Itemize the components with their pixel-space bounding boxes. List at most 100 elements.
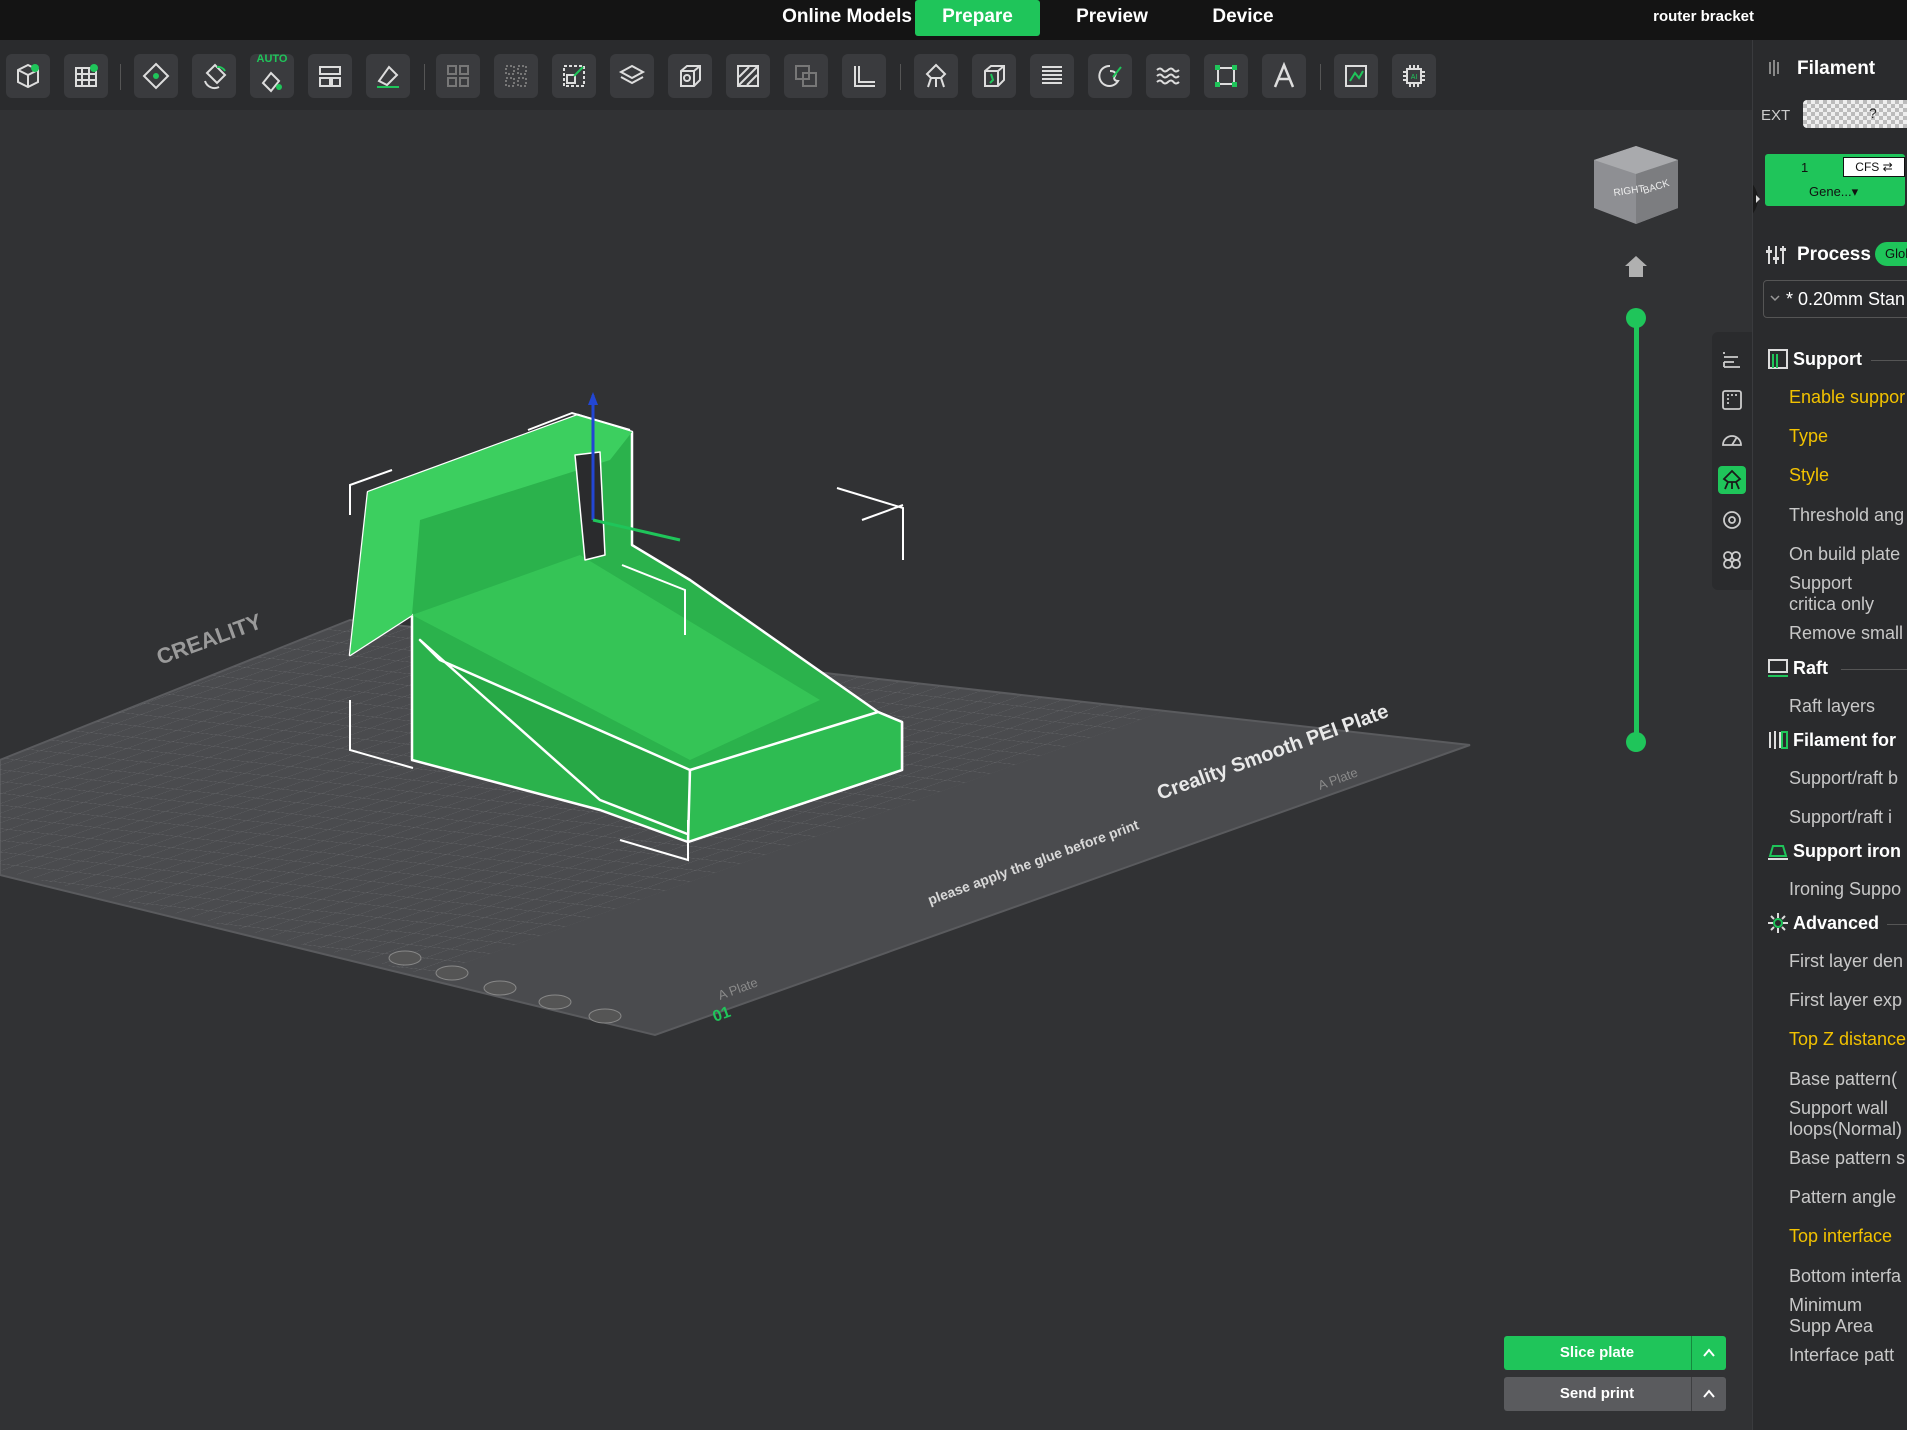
section-support[interactable]: Support xyxy=(1793,349,1862,370)
distribute-icon[interactable] xyxy=(494,54,538,98)
cfs-badge[interactable]: CFS ⇄ xyxy=(1843,157,1905,177)
setting-top-z-distance[interactable]: Top Z distance xyxy=(1789,1029,1906,1050)
chevron-down-icon xyxy=(1770,295,1780,302)
tab-preview[interactable]: Preview xyxy=(1064,0,1160,36)
layer-slider-top-knob[interactable] xyxy=(1626,308,1646,328)
seam-paint-icon[interactable] xyxy=(972,54,1016,98)
text-icon[interactable] xyxy=(1262,54,1306,98)
strength-icon[interactable] xyxy=(1718,386,1746,414)
filament-header: Filament xyxy=(1753,46,1907,90)
process-title: Process xyxy=(1797,244,1871,265)
filament-icon xyxy=(1769,60,1779,76)
multimaterial-icon[interactable] xyxy=(1718,546,1746,574)
layer-slider-track[interactable] xyxy=(1634,318,1639,743)
tab-device[interactable]: Device xyxy=(1198,0,1288,36)
slice-plate-button[interactable]: Slice plate xyxy=(1504,1336,1726,1370)
quality-icon[interactable] xyxy=(1718,346,1746,374)
setting-support-wall-loops[interactable]: Support wall loops(Normal) xyxy=(1789,1098,1902,1140)
box-icon[interactable] xyxy=(668,54,712,98)
section-filament-for-supports[interactable]: Filament for xyxy=(1793,730,1896,751)
layer-icon[interactable] xyxy=(610,54,654,98)
others-icon[interactable] xyxy=(1718,506,1746,534)
slot-number: 1 xyxy=(1801,160,1809,175)
section-support-ironing[interactable]: Support iron xyxy=(1793,841,1901,862)
support-icon[interactable] xyxy=(1718,466,1746,494)
tab-online-models[interactable]: Online Models xyxy=(776,0,918,36)
view-cube[interactable]: RIGHT BACK xyxy=(1588,138,1684,234)
lay-on-face-icon[interactable] xyxy=(308,54,352,98)
scale-icon[interactable] xyxy=(552,54,596,98)
setting-threshold-angle[interactable]: Threshold ang xyxy=(1789,505,1904,526)
setting-support-critical[interactable]: Support critica only xyxy=(1789,573,1899,615)
setting-support-style[interactable]: Style xyxy=(1789,465,1829,486)
advanced-section-icon xyxy=(1768,913,1788,933)
setting-first-layer-expansion[interactable]: First layer exp xyxy=(1789,990,1902,1011)
build-plate-scene: Creality Smooth PEI Plate please apply t… xyxy=(0,392,1471,1037)
setting-remove-small[interactable]: Remove small xyxy=(1789,623,1903,644)
raft-section-icon xyxy=(1768,659,1788,677)
chevron-up-icon[interactable] xyxy=(1691,1336,1726,1370)
setting-support-raft-base[interactable]: Support/raft b xyxy=(1789,768,1898,789)
setting-bottom-interface[interactable]: Bottom interfa xyxy=(1789,1266,1901,1287)
support-paint-icon[interactable] xyxy=(914,54,958,98)
auto-orient-icon[interactable] xyxy=(192,54,236,98)
collapse-tab[interactable] xyxy=(1752,182,1765,216)
section-raft[interactable]: Raft xyxy=(1793,658,1828,679)
cut-icon[interactable] xyxy=(726,54,770,98)
layer-slider-bottom-knob[interactable] xyxy=(1626,732,1646,752)
auto-badge: AUTO xyxy=(256,53,288,65)
setting-enable-support[interactable]: Enable suppor xyxy=(1789,387,1905,408)
send-print-button[interactable]: Send print xyxy=(1504,1377,1726,1411)
grid-align-icon[interactable] xyxy=(436,54,480,98)
iron-icon xyxy=(1768,845,1788,860)
viewport-3d[interactable]: Creality Smooth PEI Plate please apply t… xyxy=(0,110,1752,1430)
setting-minimum-support-area[interactable]: Minimum Supp Area xyxy=(1789,1295,1899,1337)
chevron-up-icon[interactable] xyxy=(1691,1377,1726,1411)
process-sliders-icon xyxy=(1766,246,1786,264)
ext-label: EXT xyxy=(1761,107,1791,124)
slot-filament-name[interactable]: Gene...▾ xyxy=(1809,184,1858,200)
setting-interface-pattern[interactable]: Interface patt xyxy=(1789,1345,1894,1366)
filament-slot-1[interactable]: 1 CFS ⇄ Gene...▾ xyxy=(1765,154,1905,206)
ext-spool-swatch[interactable]: ? xyxy=(1803,100,1907,128)
filament-title: Filament xyxy=(1797,58,1876,79)
setting-pattern-angle[interactable]: Pattern angle xyxy=(1789,1187,1896,1208)
setting-raft-layers[interactable]: Raft layers xyxy=(1789,696,1875,717)
measure-icon[interactable] xyxy=(842,54,886,98)
toolbar: AUTO AI xyxy=(0,40,1752,110)
section-advanced[interactable]: Advanced xyxy=(1793,913,1879,934)
filament-support-section-icon xyxy=(1769,731,1788,749)
setting-top-interface[interactable]: Top interface xyxy=(1789,1226,1892,1247)
setting-ironing-support[interactable]: Ironing Suppo xyxy=(1789,879,1901,900)
paint-icon[interactable] xyxy=(1088,54,1132,98)
support-section-icon xyxy=(1768,349,1788,369)
settings-panel: Filament EXT ? 1 CFS ⇄ Gene...▾ Process … xyxy=(1752,40,1907,1430)
setting-base-pattern[interactable]: Base pattern( xyxy=(1789,1069,1897,1090)
process-preset-select[interactable]: * 0.20mm Stan xyxy=(1763,280,1907,318)
tab-prepare[interactable]: Prepare xyxy=(915,0,1040,36)
setting-on-build-plate[interactable]: On build plate xyxy=(1789,544,1900,565)
setting-base-pattern-spacing[interactable]: Base pattern s xyxy=(1789,1148,1905,1169)
place-icon[interactable] xyxy=(366,54,410,98)
slice-plate-label: Slice plate xyxy=(1559,1344,1635,1361)
assembly-icon[interactable] xyxy=(1204,54,1248,98)
setting-support-raft-interface[interactable]: Support/raft i xyxy=(1789,807,1892,828)
add-plate-icon[interactable] xyxy=(64,54,108,98)
ext-value: ? xyxy=(1869,105,1877,121)
settings-category-bar xyxy=(1712,332,1752,590)
preset-value: * 0.20mm Stan xyxy=(1786,289,1906,309)
home-icon[interactable] xyxy=(1622,252,1650,280)
auto-orient-all-icon[interactable]: AUTO xyxy=(250,53,294,98)
svg-icon[interactable] xyxy=(1334,54,1378,98)
setting-support-type[interactable]: Type xyxy=(1789,426,1828,447)
add-object-icon[interactable] xyxy=(6,54,50,98)
variable-layer-icon[interactable] xyxy=(1030,54,1074,98)
global-toggle[interactable]: Glol xyxy=(1875,242,1907,266)
fuzzy-skin-icon[interactable] xyxy=(1146,54,1190,98)
setting-first-layer-density[interactable]: First layer den xyxy=(1789,951,1903,972)
speed-icon[interactable] xyxy=(1718,426,1746,454)
top-bar: Online Models Prepare Preview Device rou… xyxy=(0,0,1907,40)
ai-icon[interactable]: AI xyxy=(1392,54,1436,98)
arrange-icon[interactable] xyxy=(134,54,178,98)
boolean-icon[interactable] xyxy=(784,54,828,98)
